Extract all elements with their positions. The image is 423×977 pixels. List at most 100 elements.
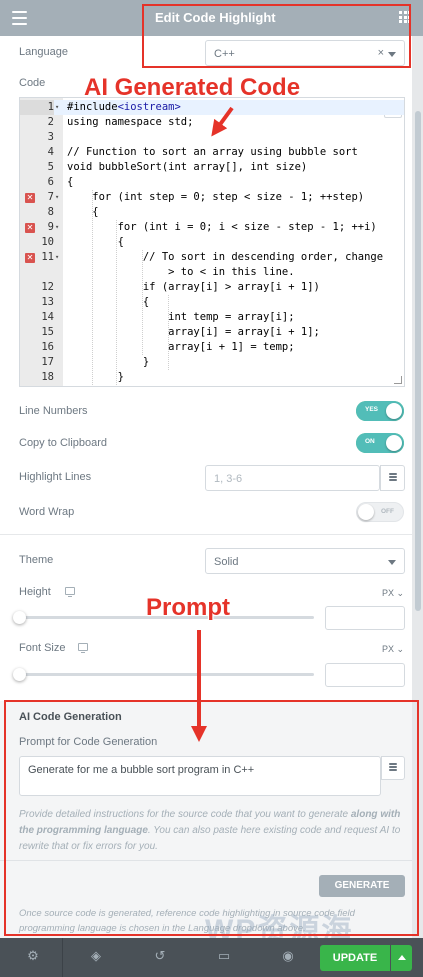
code-text: > to < in this line. — [67, 266, 295, 278]
description-text: Provide detailed instructions for the so… — [19, 809, 351, 820]
line-number: 12 — [41, 281, 54, 293]
prompt-dynamic-button[interactable] — [381, 756, 405, 780]
highlight-lines-input[interactable]: 1, 3-6 — [205, 465, 380, 491]
fold-arrow-icon[interactable]: ▾ — [55, 220, 59, 235]
theme-value: Solid — [214, 556, 239, 568]
fold-arrow-icon[interactable]: ▾ — [55, 190, 59, 205]
code-line[interactable]: 17 } — [20, 355, 404, 370]
code-line[interactable]: 13 { — [20, 295, 404, 310]
fold-arrow-icon[interactable]: ▾ — [55, 250, 59, 265]
widgets-grid-icon[interactable] — [399, 11, 411, 23]
responsive-mode-icon[interactable]: ▭ — [217, 950, 231, 964]
code-line[interactable]: 7 ▾ ✕ for (int step = 0; step < size - 1; … — [20, 190, 404, 205]
prompt-textarea[interactable]: Generate for me a bubble sort program in… — [19, 756, 381, 796]
code-line[interactable]: 9 ▾ ✕ for (int i = 0; i < size - step - 1;… — [20, 220, 404, 235]
line-number: 10 — [41, 236, 54, 248]
font-size-slider-track[interactable] — [19, 673, 314, 676]
code-text: if (array[i] > array[i + 1]) — [67, 281, 320, 293]
font-size-input[interactable] — [325, 663, 405, 687]
line-number: 3 — [47, 131, 54, 143]
code-text: } — [67, 356, 150, 368]
line-number: 17 — [41, 356, 54, 368]
line-number: 19 — [20, 385, 54, 386]
toggle-knob — [386, 403, 402, 419]
code-text: for (int i = 0; i < size - step - 1; ++i… — [67, 221, 377, 233]
indent-guide — [92, 190, 93, 385]
error-marker-icon[interactable]: ✕ — [25, 253, 35, 263]
highlight-lines-label: Highlight Lines — [19, 471, 92, 483]
monitor-icon[interactable] — [65, 587, 75, 597]
code-line[interactable]: 1 ▾ #include<iostream> — [20, 100, 404, 115]
section-divider — [0, 534, 412, 535]
highlight-lines-dynamic-button[interactable] — [380, 465, 405, 491]
prompt-text: Generate for me a bubble sort program in… — [28, 764, 255, 776]
code-line[interactable]: 16 array[i + 1] = temp; — [20, 340, 404, 355]
update-button[interactable]: UPDATE — [320, 945, 390, 971]
clear-icon[interactable]: × — [378, 47, 384, 59]
highlight-lines-placeholder: 1, 3-6 — [214, 473, 243, 485]
fold-arrow-icon[interactable]: ▾ — [55, 100, 59, 115]
code-line[interactable]: 15 array[i] = array[i + 1]; — [20, 325, 404, 340]
preview-eye-icon[interactable]: ◉ — [281, 950, 295, 964]
line-number: 15 — [41, 326, 54, 338]
code-line[interactable]: 10 { — [20, 235, 404, 250]
code-line[interactable]: 11 ▾ ✕ // To sort in descending order, cha… — [20, 250, 404, 265]
code-line[interactable]: 6{ — [20, 175, 404, 190]
line-number: 4 — [47, 146, 54, 158]
line-number: 18 — [41, 371, 54, 383]
word-wrap-label: Word Wrap — [19, 506, 75, 518]
panel-scrollbar[interactable] — [412, 36, 423, 938]
scrollbar-thumb[interactable] — [415, 111, 421, 611]
toggle-state: OFF — [381, 508, 394, 515]
navigator-layers-icon[interactable]: ◈ — [89, 950, 103, 964]
code-token: #include — [67, 101, 118, 113]
update-options-chevron-icon[interactable] — [391, 945, 412, 971]
line-numbers-label: Line Numbers — [19, 405, 88, 417]
code-line[interactable]: 18 } — [20, 370, 404, 385]
hamburger-menu-icon[interactable] — [12, 11, 27, 25]
font-size-unit[interactable]: PX ⌄ — [382, 644, 404, 655]
error-marker-icon[interactable]: ✕ — [25, 223, 35, 233]
code-text: } — [67, 385, 99, 386]
height-unit[interactable]: PX ⌄ — [382, 588, 404, 599]
height-slider-handle[interactable] — [13, 611, 26, 624]
error-marker-icon[interactable]: ✕ — [25, 193, 35, 203]
copy-clipboard-toggle[interactable]: ON — [356, 433, 404, 453]
ai-section-title: AI Code Generation — [19, 711, 122, 723]
toggle-state: YES — [365, 406, 379, 413]
code-line[interactable]: 2 using namespace std; — [20, 115, 404, 130]
panel-title: Edit Code Highlight — [155, 10, 276, 25]
word-wrap-toggle[interactable]: OFF — [356, 502, 404, 522]
settings-gear-icon[interactable]: ⚙ — [26, 950, 40, 964]
code-line[interactable]: 19 } — [20, 385, 404, 386]
line-numbers-toggle[interactable]: YES — [356, 401, 404, 421]
monitor-icon[interactable] — [78, 643, 88, 653]
footer-separator — [62, 938, 63, 977]
history-icon[interactable]: ↺ — [153, 950, 167, 964]
language-label: Language — [19, 46, 68, 58]
theme-label: Theme — [19, 554, 54, 566]
code-line[interactable]: 5 void bubbleSort(int array[], int size) — [20, 160, 404, 175]
code-line[interactable]: 3 — [20, 130, 404, 145]
code-line[interactable]: 4 // Function to sort an array using bubb… — [20, 145, 404, 160]
line-number: 1 — [20, 100, 54, 115]
line-number: 5 — [47, 161, 54, 173]
generate-button[interactable]: GENERATE — [319, 875, 405, 897]
code-line[interactable]: 12 if (array[i] > array[i + 1]) — [20, 280, 404, 295]
unit-label: PX — [382, 588, 395, 598]
height-input[interactable] — [325, 606, 405, 630]
code-line[interactable]: 8 { — [20, 205, 404, 220]
line-number: 2 — [47, 116, 54, 128]
database-icon — [389, 763, 397, 773]
code-text: array[i + 1] = temp; — [67, 341, 295, 353]
language-select[interactable]: C++ × — [205, 40, 405, 66]
code-editor[interactable]: 1 ▾ #include<iostream> 2 using namespace std… — [19, 97, 405, 387]
chevron-down-icon — [388, 560, 396, 565]
height-label: Height — [19, 586, 51, 598]
toggle-knob — [386, 435, 402, 451]
theme-select[interactable]: Solid — [205, 548, 405, 574]
ai-divider — [0, 860, 412, 861]
code-line[interactable]: > to < in this line. — [20, 265, 404, 280]
font-size-slider-handle[interactable] — [13, 668, 26, 681]
code-line[interactable]: 14 int temp = array[i]; — [20, 310, 404, 325]
